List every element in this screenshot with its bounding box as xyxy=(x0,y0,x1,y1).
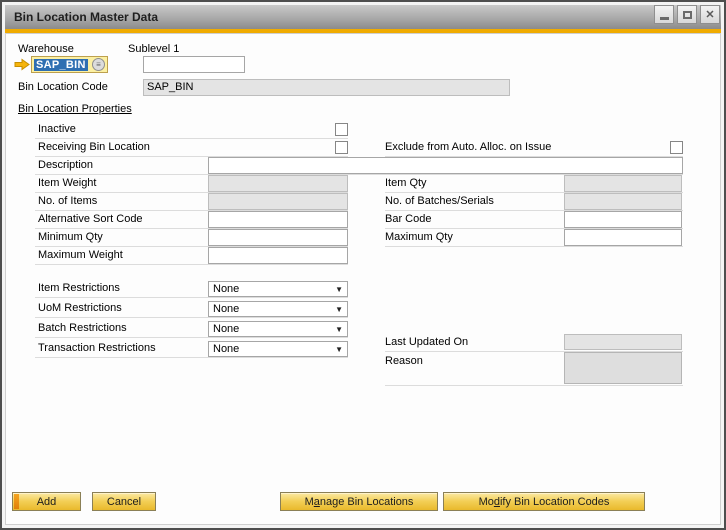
row-divider xyxy=(35,297,348,298)
minimize-button[interactable] xyxy=(654,5,674,24)
alternative-sort-code-input[interactable] xyxy=(208,211,348,228)
row-divider xyxy=(35,264,348,265)
default-button-indicator xyxy=(14,494,19,509)
warehouse-selected-text: SAP_BIN xyxy=(34,59,88,71)
item-restrictions-label: Item Restrictions xyxy=(38,280,120,297)
link-arrow-icon[interactable] xyxy=(14,58,30,71)
uom-restrictions-label: UoM Restrictions xyxy=(38,300,122,317)
description-input[interactable] xyxy=(208,157,683,174)
exclude-auto-alloc-checkbox[interactable] xyxy=(670,141,683,154)
transaction-restrictions-dropdown[interactable]: None ▼ xyxy=(208,341,348,357)
item-qty-field xyxy=(564,175,682,192)
item-restrictions-dropdown[interactable]: None ▼ xyxy=(208,281,348,297)
uom-restrictions-value: None xyxy=(213,303,239,315)
warehouse-input[interactable]: SAP_BIN ≡ xyxy=(31,56,108,73)
description-label: Description xyxy=(38,157,93,174)
bin-location-code-label: Bin Location Code xyxy=(18,79,108,96)
transaction-restrictions-label: Transaction Restrictions xyxy=(38,340,156,357)
batch-restrictions-label: Batch Restrictions xyxy=(38,320,127,337)
row-divider xyxy=(35,357,348,358)
exclude-auto-alloc-label: Exclude from Auto. Alloc. on Issue xyxy=(385,139,551,156)
modify-bin-location-codes-button[interactable]: Modify Bin Location Codes xyxy=(443,492,645,511)
add-button[interactable]: Add xyxy=(12,492,81,511)
minimum-qty-label: Minimum Qty xyxy=(38,229,103,246)
item-qty-label: Item Qty xyxy=(385,175,427,192)
bin-location-code-field: SAP_BIN xyxy=(143,79,510,96)
bar-code-input[interactable] xyxy=(564,211,682,228)
maximize-icon xyxy=(683,11,692,19)
minimum-qty-input[interactable] xyxy=(208,229,348,246)
maximize-button[interactable] xyxy=(677,5,697,24)
reason-field xyxy=(564,352,682,384)
receiving-bin-checkbox[interactable] xyxy=(335,141,348,154)
window-controls: ✕ xyxy=(654,5,720,24)
inactive-checkbox[interactable] xyxy=(335,123,348,136)
item-weight-field xyxy=(208,175,348,192)
cancel-button[interactable]: Cancel xyxy=(92,492,156,511)
close-icon: ✕ xyxy=(705,8,714,21)
item-weight-label: Item Weight xyxy=(38,175,97,192)
sublevel-input[interactable] xyxy=(143,56,245,73)
bar-code-label: Bar Code xyxy=(385,211,431,228)
uom-restrictions-dropdown[interactable]: None ▼ xyxy=(208,301,348,317)
alternative-sort-code-label: Alternative Sort Code xyxy=(38,211,143,228)
maximum-qty-label: Maximum Qty xyxy=(385,229,453,246)
chevron-down-icon: ▼ xyxy=(335,325,343,334)
modify-bin-location-codes-label: Modify Bin Location Codes xyxy=(479,496,610,508)
window-title: Bin Location Master Data xyxy=(5,10,158,24)
receiving-bin-label: Receiving Bin Location xyxy=(38,139,150,156)
batch-restrictions-dropdown[interactable]: None ▼ xyxy=(208,321,348,337)
inactive-label: Inactive xyxy=(38,121,76,138)
maximum-weight-input[interactable] xyxy=(208,247,348,264)
chevron-down-icon: ▼ xyxy=(335,345,343,354)
title-bar[interactable]: Bin Location Master Data xyxy=(5,5,721,29)
item-restrictions-value: None xyxy=(213,283,239,295)
no-of-batches-serials-field xyxy=(564,193,682,210)
bin-location-master-data-window: Bin Location Master Data ✕ Warehouse Sub… xyxy=(0,0,726,530)
manage-bin-locations-label: Manage Bin Locations xyxy=(305,496,414,508)
choose-from-list-icon[interactable]: ≡ xyxy=(92,58,105,71)
form-area: Warehouse Sublevel 1 SAP_BIN ≡ Bin Locat… xyxy=(5,33,721,525)
batch-restrictions-value: None xyxy=(213,323,239,335)
add-button-label: Add xyxy=(37,496,57,508)
no-of-items-field xyxy=(208,193,348,210)
transaction-restrictions-value: None xyxy=(213,343,239,355)
cancel-button-label: Cancel xyxy=(107,496,141,508)
chevron-down-icon: ▼ xyxy=(335,305,343,314)
close-button[interactable]: ✕ xyxy=(700,5,720,24)
row-divider xyxy=(35,317,348,318)
reason-label: Reason xyxy=(385,353,423,370)
section-title: Bin Location Properties xyxy=(18,103,132,115)
maximum-qty-input[interactable] xyxy=(564,229,682,246)
row-divider xyxy=(385,385,683,386)
last-updated-on-label: Last Updated On xyxy=(385,334,468,351)
row-divider xyxy=(35,337,348,338)
no-of-batches-serials-label: No. of Batches/Serials xyxy=(385,193,494,210)
chevron-down-icon: ▼ xyxy=(335,285,343,294)
maximum-weight-label: Maximum Weight xyxy=(38,247,123,264)
minimize-icon xyxy=(660,17,669,20)
last-updated-on-field xyxy=(564,334,682,350)
manage-bin-locations-button[interactable]: Manage Bin Locations xyxy=(280,492,438,511)
no-of-items-label: No. of Items xyxy=(38,193,97,210)
row-divider xyxy=(385,246,683,247)
